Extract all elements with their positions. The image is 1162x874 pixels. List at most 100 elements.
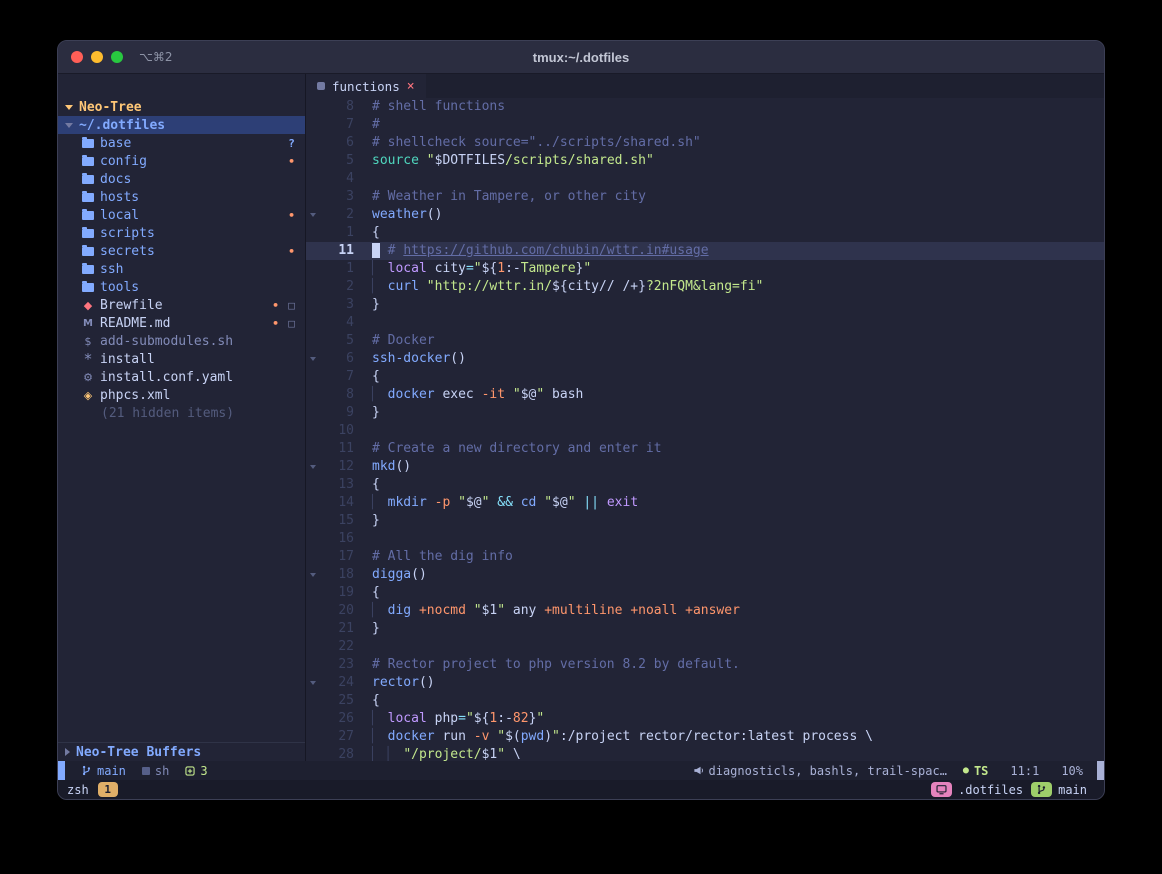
tree-item[interactable]: * install: [58, 350, 305, 368]
fold-marker[interactable]: [306, 692, 320, 710]
fold-marker[interactable]: [306, 350, 320, 368]
tree-item[interactable]: docs: [58, 170, 305, 188]
tree-item[interactable]: secrets •: [58, 242, 305, 260]
close-tab-icon[interactable]: ×: [407, 79, 415, 94]
code-line[interactable]: 15 }: [306, 512, 1104, 530]
fold-marker[interactable]: [306, 134, 320, 152]
code-line[interactable]: 2 ▏ curl "http://wttr.in/${city// /+}?2n…: [306, 278, 1104, 296]
tree-item[interactable]: scripts: [58, 224, 305, 242]
fold-marker[interactable]: [306, 638, 320, 656]
tree-item[interactable]: hosts: [58, 188, 305, 206]
fold-marker[interactable]: [306, 710, 320, 728]
fold-marker[interactable]: [306, 584, 320, 602]
tmux-git-badge[interactable]: [1031, 782, 1052, 797]
code-line[interactable]: 10: [306, 422, 1104, 440]
code-line[interactable]: 17 # All the dig info: [306, 548, 1104, 566]
tmux-window-index-badge[interactable]: 1: [98, 782, 118, 797]
fold-marker[interactable]: [306, 656, 320, 674]
neo-tree-buffers-section[interactable]: Neo-Tree Buffers: [58, 742, 305, 761]
fold-marker[interactable]: [306, 386, 320, 404]
code-line[interactable]: 27 ▏ docker run -v "$(pwd)":/project rec…: [306, 728, 1104, 746]
tree-item[interactable]: config •: [58, 152, 305, 170]
tree-item[interactable]: base ?: [58, 134, 305, 152]
code-line[interactable]: 24 rector(): [306, 674, 1104, 692]
fold-marker[interactable]: [306, 548, 320, 566]
tmux-git-branch-name: main: [1058, 783, 1087, 797]
fold-marker[interactable]: [306, 476, 320, 494]
fold-marker[interactable]: [306, 278, 320, 296]
code-line[interactable]: 5 # Docker: [306, 332, 1104, 350]
code-line[interactable]: 19 {: [306, 584, 1104, 602]
code-line[interactable]: 26 ▏ local php="${1:-82}": [306, 710, 1104, 728]
code-line[interactable]: 4: [306, 314, 1104, 332]
code-line[interactable]: 23 # Rector project to php version 8.2 b…: [306, 656, 1104, 674]
tree-item[interactable]: tools: [58, 278, 305, 296]
code-line[interactable]: 9 }: [306, 404, 1104, 422]
fold-marker[interactable]: [306, 314, 320, 332]
tab-functions[interactable]: functions ×: [306, 74, 426, 98]
fold-marker[interactable]: [306, 206, 320, 224]
fold-marker[interactable]: [306, 260, 320, 278]
code-line[interactable]: 11 # https://github.com/chubin/wttr.in#u…: [306, 242, 1104, 260]
fold-marker[interactable]: [306, 530, 320, 548]
tree-item[interactable]: M README.md •□: [58, 314, 305, 332]
fold-marker[interactable]: [306, 152, 320, 170]
tree-item[interactable]: ◆ Brewfile •□: [58, 296, 305, 314]
tree-item[interactable]: ⚙ install.conf.yaml: [58, 368, 305, 386]
code-line[interactable]: 11 # Create a new directory and enter it: [306, 440, 1104, 458]
tree-root-item[interactable]: ~/.dotfiles: [58, 116, 305, 134]
fold-marker[interactable]: [306, 566, 320, 584]
code-line[interactable]: 3 # Weather in Tampere, or other city: [306, 188, 1104, 206]
code-area[interactable]: 8 # shell functions 7 # 6 # shellcheck s…: [306, 98, 1104, 761]
fold-marker[interactable]: [306, 116, 320, 134]
code-line[interactable]: 3 }: [306, 296, 1104, 314]
code-line[interactable]: 25 {: [306, 692, 1104, 710]
fold-marker[interactable]: [306, 746, 320, 761]
code-token: # Docker: [372, 333, 435, 348]
code-line[interactable]: 14 ▏ mkdir -p "$@" && cd "$@" || exit: [306, 494, 1104, 512]
fold-marker[interactable]: [306, 512, 320, 530]
fold-marker[interactable]: [306, 674, 320, 692]
code-line[interactable]: 6 ssh-docker(): [306, 350, 1104, 368]
code-line[interactable]: 12 mkd(): [306, 458, 1104, 476]
fold-marker[interactable]: [306, 188, 320, 206]
fold-marker[interactable]: [306, 602, 320, 620]
code-line[interactable]: 21 }: [306, 620, 1104, 638]
code-line[interactable]: 20 ▏ dig +nocmd "$1" any +multiline +noa…: [306, 602, 1104, 620]
code-line[interactable]: 2 weather(): [306, 206, 1104, 224]
code-line[interactable]: 7 {: [306, 368, 1104, 386]
code-line[interactable]: 18 digga(): [306, 566, 1104, 584]
fold-marker[interactable]: [306, 620, 320, 638]
code-line[interactable]: 13 {: [306, 476, 1104, 494]
fold-marker[interactable]: [306, 440, 320, 458]
fold-marker[interactable]: [306, 728, 320, 746]
code-line[interactable]: 8 # shell functions: [306, 98, 1104, 116]
code-line[interactable]: 22: [306, 638, 1104, 656]
fold-marker[interactable]: [306, 368, 320, 386]
fold-marker[interactable]: [306, 422, 320, 440]
code-line[interactable]: 8 ▏ docker exec -it "$@" bash: [306, 386, 1104, 404]
code-line[interactable]: 6 # shellcheck source="../scripts/shared…: [306, 134, 1104, 152]
fold-marker[interactable]: [306, 242, 320, 260]
tree-item[interactable]: ◈ phpcs.xml: [58, 386, 305, 404]
code-line[interactable]: 28 ▏ ▏ "/project/$1" \: [306, 746, 1104, 761]
tmux-session-badge[interactable]: [931, 782, 952, 797]
code-line[interactable]: 4: [306, 170, 1104, 188]
code-token: ": [474, 603, 482, 618]
fold-marker[interactable]: [306, 332, 320, 350]
fold-marker[interactable]: [306, 458, 320, 476]
tree-item[interactable]: local •: [58, 206, 305, 224]
fold-marker[interactable]: [306, 98, 320, 116]
fold-marker[interactable]: [306, 296, 320, 314]
code-line[interactable]: 1 ▏ local city="${1:-Tampere}": [306, 260, 1104, 278]
fold-marker[interactable]: [306, 224, 320, 242]
fold-marker[interactable]: [306, 404, 320, 422]
tree-item[interactable]: ssh: [58, 260, 305, 278]
fold-marker[interactable]: [306, 170, 320, 188]
code-line[interactable]: 1 {: [306, 224, 1104, 242]
tree-item[interactable]: $ add-submodules.sh: [58, 332, 305, 350]
fold-marker[interactable]: [306, 494, 320, 512]
code-line[interactable]: 7 #: [306, 116, 1104, 134]
code-line[interactable]: 5 source "$DOTFILES/scripts/shared.sh": [306, 152, 1104, 170]
code-line[interactable]: 16: [306, 530, 1104, 548]
